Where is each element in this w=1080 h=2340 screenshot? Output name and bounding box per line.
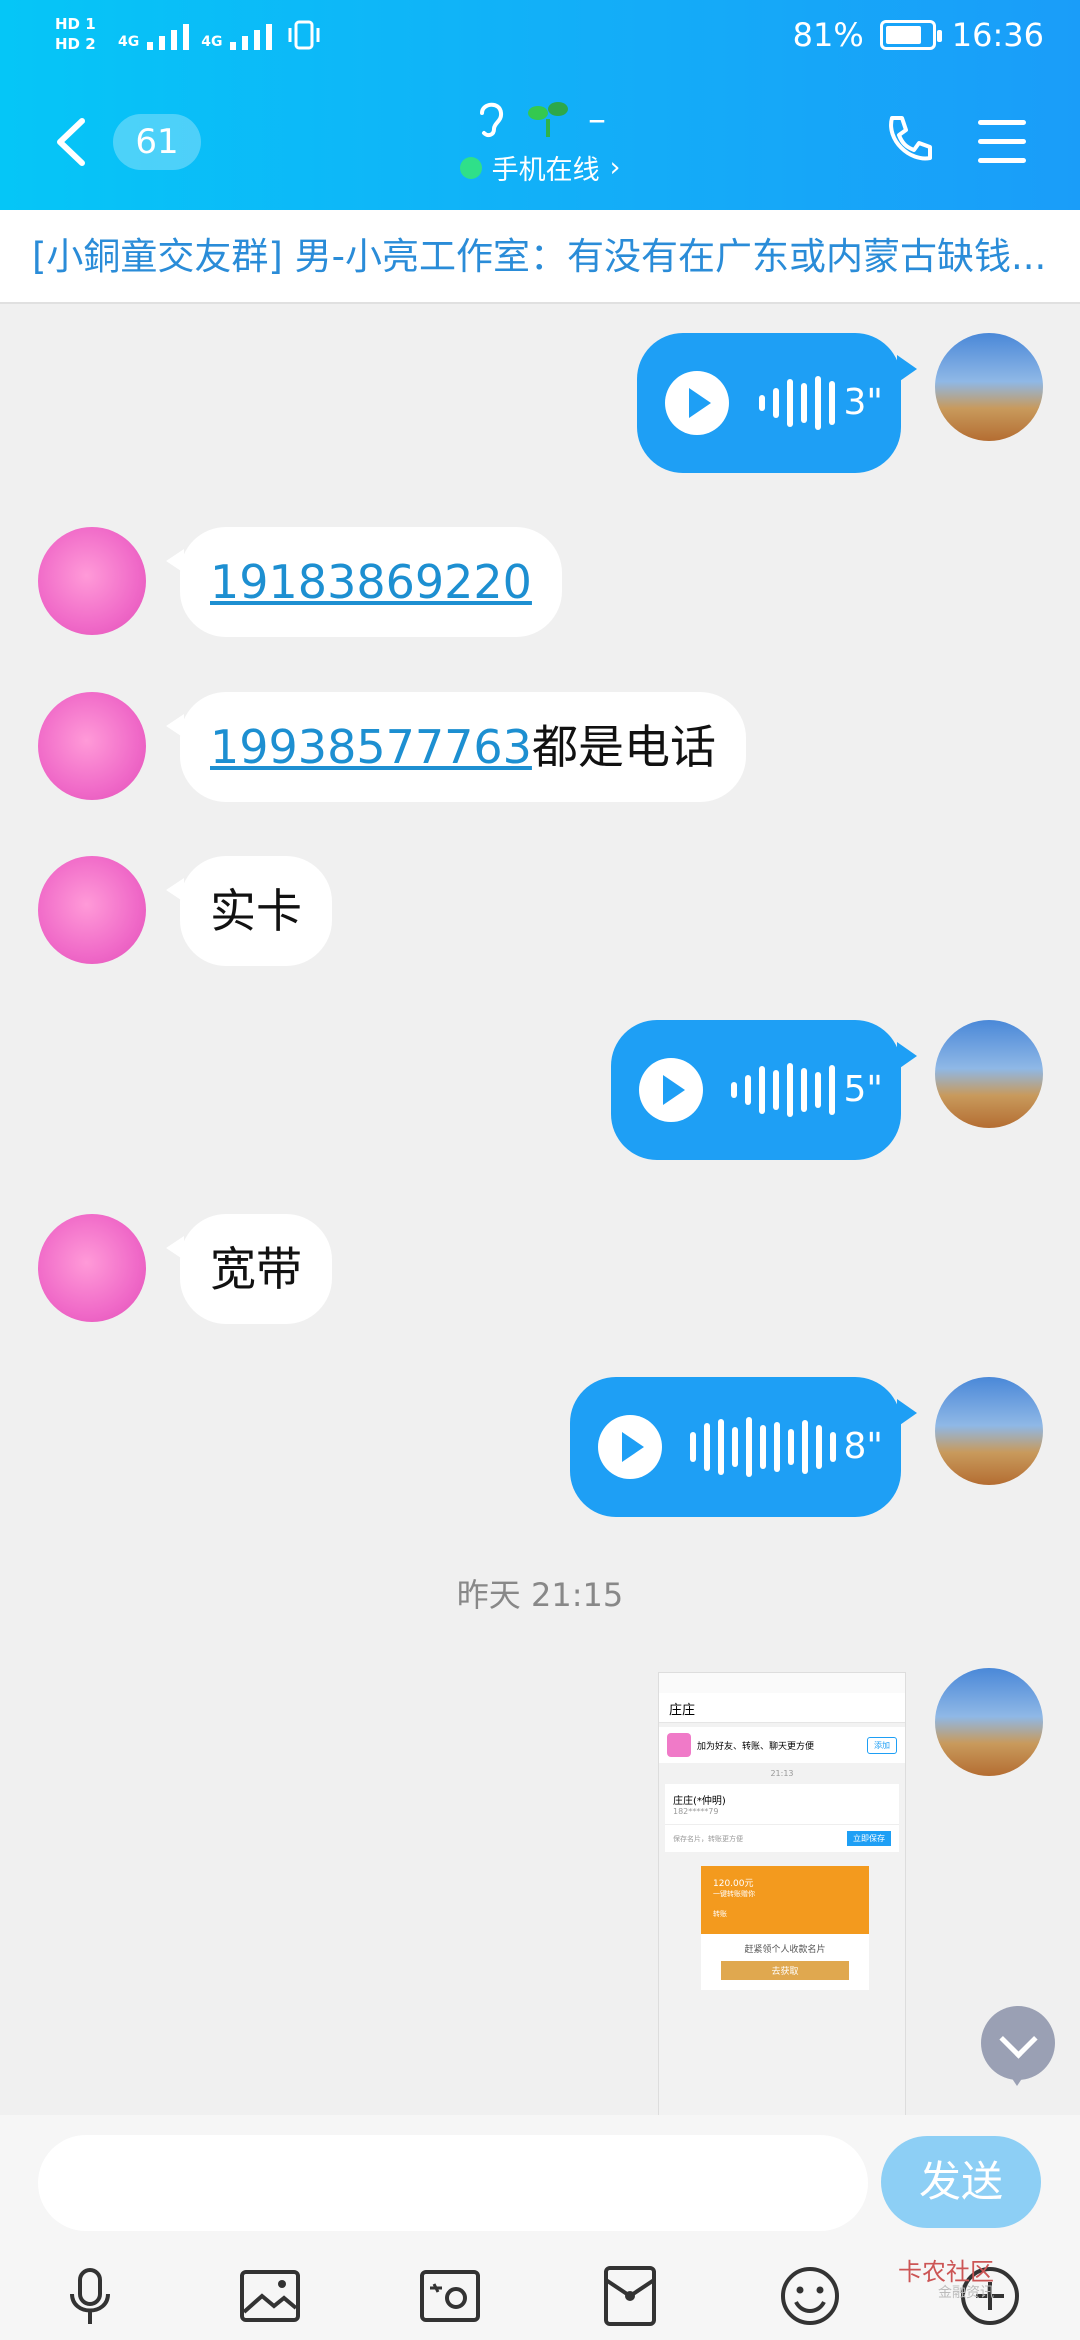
red-packet-icon[interactable] — [598, 2264, 662, 2328]
text-message[interactable]: 宽带 — [166, 1214, 332, 1324]
camera-icon[interactable] — [418, 2264, 482, 2328]
preview-header: 庄庄 — [659, 1693, 905, 1723]
top-bar: HD 1 HD 2 4G 4G 81% 16:36 61 – 手机在线 › — [0, 0, 1080, 210]
preview-time: 21:13 — [770, 1769, 794, 1778]
online-dot-icon — [459, 156, 482, 179]
phone-link[interactable]: 19183869220 — [210, 555, 532, 609]
message-text: 宽带 — [210, 1242, 302, 1296]
network-type-2: 4G — [201, 34, 223, 50]
preview-contact-phone: 182*****79 — [673, 1807, 719, 1816]
contact-name: – — [588, 98, 606, 140]
preview-transfer-label: 转账 — [713, 1910, 727, 1918]
waveform-icon — [759, 333, 835, 473]
group-notice[interactable]: [小銅童交友群] 男-小亮工作室：有没有在广东或内蒙古缺钱... — [0, 210, 1080, 304]
voice-message[interactable]: 3" — [637, 333, 917, 473]
preview-amount: 120.00元 — [713, 1879, 754, 1889]
watermark-sub: 金融资讯 — [938, 2285, 994, 2301]
preview-card-footer: 保存名片，转账更方便 立即保存 — [665, 1824, 899, 1852]
sim1-label: HD 1 — [55, 15, 96, 33]
preview-save-hint: 保存名片，转账更方便 — [673, 1834, 743, 1843]
text-message[interactable]: 19183869220 — [166, 527, 562, 637]
preview-contact-card: 庄庄(*仲明) 182*****79 — [665, 1784, 899, 1824]
battery-icon — [879, 20, 942, 50]
vibrate-icon — [288, 20, 320, 50]
self-avatar[interactable] — [935, 1668, 1043, 1776]
clock: 16:36 — [951, 16, 1044, 54]
voice-duration: 5" — [843, 1069, 883, 1110]
chat-nav: 61 – 手机在线 › — [0, 72, 1080, 210]
contact-avatar[interactable] — [38, 1214, 146, 1322]
voice-duration: 3" — [843, 382, 883, 423]
input-bar: 发送 — [0, 2115, 1080, 2340]
status-bar: HD 1 HD 2 4G 4G 81% 16:36 — [0, 0, 1080, 72]
send-button[interactable]: 发送 — [881, 2136, 1041, 2228]
preview-add-text: 加为好友、转账、聊天更方便 — [697, 1741, 815, 1752]
signal-icon: 4G 4G — [118, 20, 322, 50]
play-icon[interactable] — [598, 1415, 662, 1479]
preview-amount-sub: 一键转账赠你 — [713, 1890, 755, 1898]
play-icon[interactable] — [639, 1058, 703, 1122]
sprout-icon — [528, 102, 568, 137]
voice-message[interactable]: 5" — [611, 1020, 917, 1160]
menu-icon[interactable] — [978, 120, 1026, 177]
play-icon[interactable] — [665, 371, 729, 435]
battery-percent: 81% — [792, 16, 864, 54]
status-right: 81% 16:36 — [793, 16, 1044, 54]
scroll-to-bottom-button[interactable] — [981, 2006, 1055, 2086]
self-avatar[interactable] — [935, 333, 1043, 441]
message-text: 都是电话 — [531, 720, 716, 774]
message-input[interactable] — [38, 2135, 868, 2231]
preview-transfer-footer: 赶紧领个人收款名片 去获取 — [701, 1934, 869, 1990]
online-status: 手机在线 — [491, 155, 600, 186]
sim2-label: HD 2 — [55, 35, 96, 53]
phone-link[interactable]: 19938577763 — [210, 720, 532, 774]
message-text: 实卡 — [210, 884, 302, 938]
network-type-1: 4G — [118, 34, 140, 50]
voice-message[interactable]: 8" — [570, 1377, 917, 1517]
preview-get-button: 去获取 — [721, 1961, 849, 1980]
preview-cta: 赶紧领个人收款名片 — [744, 1945, 826, 1955]
preview-save-button: 立即保存 — [847, 1831, 891, 1846]
emoji-icon[interactable] — [778, 2264, 842, 2328]
preview-status-bar — [659, 1673, 905, 1693]
gallery-icon[interactable] — [238, 2264, 302, 2328]
preview-avatar — [667, 1733, 691, 1757]
self-avatar[interactable] — [935, 1377, 1043, 1485]
phone-icon[interactable] — [880, 112, 936, 168]
waveform-icon — [731, 1020, 835, 1160]
text-message[interactable]: 19938577763都是电话 — [166, 692, 746, 802]
contact-avatar[interactable] — [38, 692, 146, 800]
preview-contact-name: 庄庄(*仲明) — [673, 1796, 726, 1807]
voice-duration: 8" — [843, 1426, 883, 1467]
contact-avatar[interactable] — [38, 856, 146, 964]
microphone-icon[interactable] — [58, 2264, 122, 2328]
ear-icon — [480, 102, 504, 138]
preview-add-button: 添加 — [867, 1736, 897, 1754]
sim-labels: HD 1 HD 2 — [55, 14, 96, 54]
waveform-icon — [690, 1377, 836, 1517]
text-message[interactable]: 实卡 — [166, 856, 332, 966]
image-message[interactable]: 庄庄 加为好友、转账、聊天更方便 添加 21:13 庄庄(*仲明) 182***… — [658, 1672, 906, 2122]
preview-add-row: 加为好友、转账、聊天更方便 添加 — [659, 1727, 905, 1763]
preview-transfer-card: 120.00元 一键转账赠你 转账 — [701, 1866, 869, 1934]
chevron-right-icon: › — [609, 152, 621, 183]
message-timestamp: 昨天 21:15 — [456, 1576, 624, 1614]
self-avatar[interactable] — [935, 1020, 1043, 1128]
contact-avatar[interactable] — [38, 527, 146, 635]
